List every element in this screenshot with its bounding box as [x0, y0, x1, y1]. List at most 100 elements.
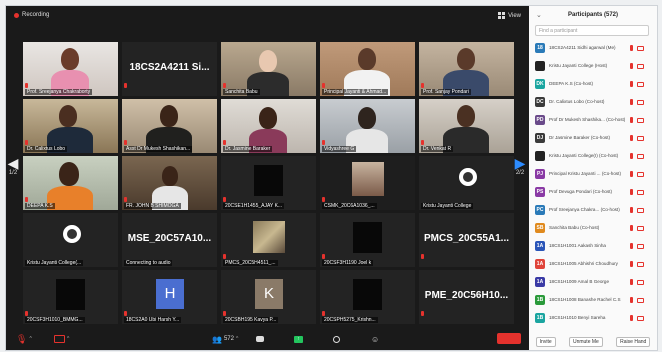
- muted-mic-icon: [223, 140, 226, 145]
- participant-row[interactable]: PC Prof Sreejanya Chakra... (Co-host): [529, 202, 657, 219]
- muted-mic-icon: [630, 135, 633, 141]
- video-tile[interactable]: PMCS_20C55A1...: [419, 213, 514, 267]
- reactions-button[interactable]: ☺: [371, 333, 379, 345]
- muted-mic-icon: [25, 197, 28, 202]
- chevron-right-icon: ▶: [514, 155, 526, 171]
- mute-button[interactable]: 🎙 ^: [16, 333, 32, 345]
- participant-name: DEEPA K.S: [25, 203, 55, 209]
- video-tile[interactable]: MSE_20C57A10... Connecting to audio: [122, 213, 217, 267]
- participant-name: 20CSBH195 Kavya P...: [223, 317, 279, 323]
- participant-avatar: [535, 151, 545, 161]
- muted-mic-icon: [630, 171, 633, 177]
- participants-button[interactable]: 👥 572 ^: [212, 333, 238, 345]
- share-screen-button[interactable]: ↑: [294, 333, 303, 345]
- participant-row[interactable]: 1B 18CS1H1008 Banashe Rachel C.S: [529, 292, 657, 309]
- video-tile[interactable]: 20CSF3H1010_BMMG...: [23, 270, 118, 324]
- muted-mic-icon: [630, 63, 633, 69]
- video-tile[interactable]: Prof. Sreejanya Chakraborty: [23, 42, 118, 96]
- participant-avatar: 1A: [535, 241, 545, 251]
- video-tile[interactable]: K 20CSBH195 Kavya P...: [221, 270, 316, 324]
- participant-name: PMCS_20C5H4511_...: [223, 260, 278, 266]
- participant-avatar: PS: [535, 187, 545, 197]
- participant-avatar: 1B: [535, 295, 545, 305]
- participant-row[interactable]: PJ Principal Kristu Jayanti ... (Co-host): [529, 166, 657, 183]
- muted-mic-icon: [630, 225, 633, 231]
- participant-row[interactable]: SB Sanchita Babu (Co-host): [529, 220, 657, 237]
- video-tile[interactable]: Dr. Jasmine Baraker: [221, 99, 316, 153]
- view-button[interactable]: View: [498, 12, 521, 19]
- muted-mic-icon: [421, 254, 424, 259]
- video-tile[interactable]: Dr. Calixtus Lobo: [23, 99, 118, 153]
- participant-row-name: 18CS1H1008 Banashe Rachel C.S: [549, 297, 621, 302]
- video-tile[interactable]: Kristu Jayanti College(...: [23, 213, 118, 267]
- grid-icon: [498, 12, 506, 19]
- participant-name: Dr. Jasmine Baraker: [223, 146, 273, 152]
- record-icon: [333, 335, 340, 343]
- video-tile[interactable]: FR. JOHN B SHIMOGA: [122, 156, 217, 210]
- video-tile[interactable]: Sanchita Babu: [221, 42, 316, 96]
- participant-name: Principal Jayanti & Ahmad...: [322, 89, 389, 95]
- video-tile[interactable]: Kristu Jayanti College: [419, 156, 514, 210]
- participant-row[interactable]: PD Prof Dr Mukesh Shashika... (Co-host): [529, 112, 657, 129]
- recording-dot-icon: [14, 12, 19, 18]
- connecting-status: Connecting to audio: [124, 260, 173, 266]
- muted-mic-icon: [630, 99, 633, 105]
- camera-off-icon: [637, 100, 644, 105]
- muted-mic-icon: [124, 140, 127, 145]
- invite-button[interactable]: Invite: [535, 337, 556, 347]
- camera-off-icon: [637, 118, 644, 123]
- page-indicator-left: 1/2: [8, 170, 18, 176]
- video-tile[interactable]: PME_20C56H10...: [419, 270, 514, 324]
- participant-row-name: Prof Sreejanya Chakra... (Co-host): [549, 207, 620, 212]
- video-tile[interactable]: H 18CS2A0 Ubi Harsh Y...: [122, 270, 217, 324]
- raise-hand-button[interactable]: Raise Hand: [616, 337, 651, 347]
- muted-mic-icon: [630, 189, 633, 195]
- participant-name: Prof. Sanjay Pondari: [421, 89, 471, 95]
- video-tile[interactable]: PMCS_20C5H4511_...: [221, 213, 316, 267]
- video-tile[interactable]: 20CSF3H1190 Joel k: [320, 213, 415, 267]
- unmute-me-button[interactable]: Unmute Me: [568, 337, 603, 347]
- participant-row[interactable]: DC Dr. Calixtus Lobo (Co-host): [529, 94, 657, 111]
- video-tile[interactable]: Asst Dr Mukesh Shashikan...: [122, 99, 217, 153]
- profile-picture: [253, 221, 285, 253]
- video-tile[interactable]: 20CSE1H1455_AJAY K...: [221, 156, 316, 210]
- video-tile[interactable]: Vidyashree G: [320, 99, 415, 153]
- participant-row[interactable]: 1A 18CS1H1001 Aakash Sinha: [529, 238, 657, 255]
- participant-row[interactable]: 18 18CS2A4211 Sidhi agarwal (Me): [529, 40, 657, 57]
- participant-name: 18CS2A0 Ubi Harsh Y...: [124, 317, 182, 323]
- video-tile[interactable]: Dr. Venkat R: [419, 99, 514, 153]
- video-tile[interactable]: Prof. Sanjay Pondari: [419, 42, 514, 96]
- participant-row[interactable]: DK DEEPA K.S (Co-host): [529, 76, 657, 93]
- participant-search-input[interactable]: Find a participant: [535, 25, 649, 36]
- panel-footer: Invite Unmute Me Raise Hand: [529, 334, 657, 350]
- participant-row-name: 18CS1H1010 Benyi Sareha: [549, 315, 606, 320]
- participant-row[interactable]: Kristu Jayanti College(I) (Co-host): [529, 148, 657, 165]
- recording-indicator[interactable]: Recording: [14, 12, 49, 18]
- participant-row[interactable]: 1A 18CS1H1005 Abhishri Choudhury: [529, 256, 657, 273]
- muted-mic-icon: [25, 311, 28, 316]
- participant-row[interactable]: 1A 18CS1H1009 Amal B George: [529, 274, 657, 291]
- participant-display-name: PMCS_20C55A1...: [423, 233, 510, 244]
- muted-mic-icon: [124, 311, 127, 316]
- camera-off-icon: [637, 316, 644, 321]
- participant-row[interactable]: PS Prof Devuga Pondari (Co-host): [529, 184, 657, 201]
- chat-button[interactable]: [256, 333, 264, 345]
- participant-row[interactable]: Kristu Jayanti College (Host): [529, 58, 657, 75]
- meeting-toolbar: 🎙 ^ ^ 👥 572 ^ ↑ ☺: [6, 328, 529, 350]
- video-tile[interactable]: CSMK_20C6A1036_...: [320, 156, 415, 210]
- video-tile[interactable]: 18CS2A4211 Si...: [122, 42, 217, 96]
- participant-row[interactable]: DJ Dr Jasmine Baraker (Co-host): [529, 130, 657, 147]
- participant-row[interactable]: 1B 18CS1H1010 Benyi Sareha: [529, 310, 657, 327]
- video-tile[interactable]: Principal Jayanti & Ahmad...: [320, 42, 415, 96]
- record-button[interactable]: [333, 333, 340, 345]
- video-button[interactable]: ^: [54, 333, 69, 345]
- camera-off-icon: [637, 64, 644, 69]
- leave-button[interactable]: [497, 333, 521, 344]
- chevron-up-icon: ^: [29, 336, 32, 342]
- video-tile-active-speaker[interactable]: DEEPA K.S: [23, 156, 118, 210]
- previous-page-button[interactable]: ◀ 1/2: [6, 156, 20, 176]
- muted-mic-icon: [223, 197, 226, 202]
- next-page-button[interactable]: ▶ 2/2: [513, 156, 527, 176]
- participant-avatar: PJ: [535, 169, 545, 179]
- video-tile[interactable]: 20CSPH5275_Krishn...: [320, 270, 415, 324]
